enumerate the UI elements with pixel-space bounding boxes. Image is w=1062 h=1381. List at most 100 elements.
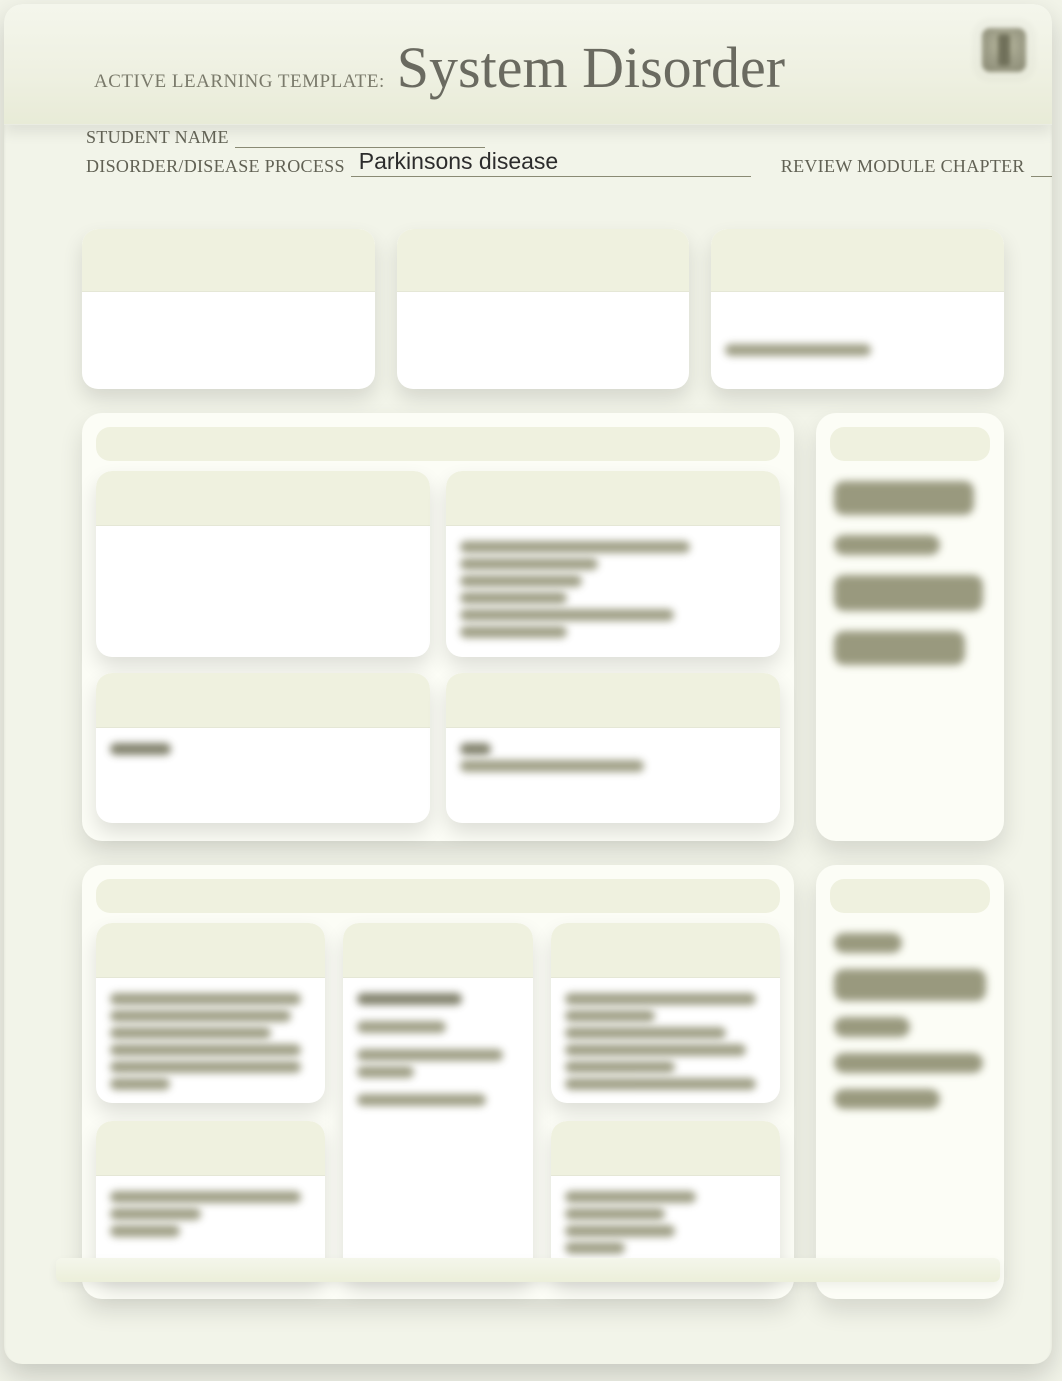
safety-item-3 xyxy=(834,575,983,611)
client-education-heading xyxy=(551,923,780,978)
therapeutic-body[interactable] xyxy=(96,1176,325,1258)
blur-text xyxy=(565,1225,676,1237)
footer-strip xyxy=(56,1258,1000,1282)
blur-text xyxy=(110,993,301,1005)
complications-group xyxy=(816,865,1004,1299)
complications-side-column xyxy=(816,865,1004,1299)
therapeutic-heading xyxy=(96,1121,325,1176)
meta-block: STUDENT NAME DISORDER/DISEASE PROCESS Pa… xyxy=(4,111,1052,177)
blur-text xyxy=(565,1061,676,1073)
blur-text xyxy=(460,575,582,587)
blur-text xyxy=(725,344,871,356)
blur-text xyxy=(460,609,674,621)
student-name-field[interactable] xyxy=(235,125,485,148)
review-chapter-field[interactable] xyxy=(1031,154,1052,177)
page: ACTIVE LEARNING TEMPLATE: System Disorde… xyxy=(0,4,1062,1381)
concept-card-3-body[interactable] xyxy=(711,292,1004,375)
blur-text xyxy=(357,1066,413,1078)
blur-text xyxy=(357,993,462,1005)
diagnostic-heading xyxy=(446,673,780,728)
worksheet-sheet: ACTIVE LEARNING TEMPLATE: System Disorde… xyxy=(4,4,1052,1364)
concept-card-1 xyxy=(82,229,375,389)
concept-card-1-body[interactable] xyxy=(82,292,375,374)
therapeutic-card xyxy=(96,1121,325,1281)
concept-card-2-heading xyxy=(397,229,690,292)
blur-text xyxy=(565,993,756,1005)
disease-field[interactable]: Parkinsons disease xyxy=(351,154,751,177)
medications-body[interactable] xyxy=(343,978,532,1125)
disease-row: DISORDER/DISEASE PROCESS Parkinsons dise… xyxy=(86,154,1012,177)
complications-item-3 xyxy=(834,1017,910,1037)
complications-items[interactable] xyxy=(830,923,990,1113)
complications-item-5 xyxy=(834,1089,940,1109)
corner-badge-icon xyxy=(982,28,1026,72)
blur-text xyxy=(110,1208,201,1220)
nursing-care-body[interactable] xyxy=(96,978,325,1103)
blur-text xyxy=(110,1027,271,1039)
nursing-care-card xyxy=(96,923,325,1103)
blur-text xyxy=(110,1078,170,1090)
interprofessional-card xyxy=(551,1121,780,1281)
patient-care-group xyxy=(82,865,794,1299)
template-title: System Disorder xyxy=(397,34,785,101)
blur-text xyxy=(565,1027,726,1039)
blur-text xyxy=(357,1021,446,1033)
concept-card-3 xyxy=(711,229,1004,389)
title-row: ACTIVE LEARNING TEMPLATE: System Disorde… xyxy=(4,4,1052,111)
patient-care-cards xyxy=(96,923,780,1281)
template-label: ACTIVE LEARNING TEMPLATE: xyxy=(94,71,385,93)
blur-text xyxy=(565,1242,625,1254)
assessment-group xyxy=(82,413,794,841)
blur-text xyxy=(110,1044,301,1056)
blur-text xyxy=(460,558,598,570)
safety-group-heading xyxy=(830,427,990,461)
blur-text xyxy=(460,626,567,638)
safety-item-4 xyxy=(834,631,965,665)
concept-cards-row xyxy=(4,183,1052,389)
lab-tests-card xyxy=(96,673,430,823)
patient-care-col-1 xyxy=(96,923,325,1281)
safety-items[interactable] xyxy=(830,471,990,669)
expected-findings-heading xyxy=(446,471,780,526)
complications-item-1 xyxy=(834,933,902,953)
lab-tests-heading xyxy=(96,673,430,728)
interprofessional-heading xyxy=(551,1121,780,1176)
diagnostic-body[interactable] xyxy=(446,728,780,810)
concept-card-1-heading xyxy=(82,229,375,292)
assessment-inner-row-2 xyxy=(96,673,780,823)
assessment-safety-row xyxy=(4,389,1052,841)
blur-text xyxy=(565,1078,756,1090)
blur-text xyxy=(565,1044,746,1056)
blur-text xyxy=(460,592,567,604)
care-complications-row xyxy=(4,841,1052,1299)
concept-card-2-body[interactable] xyxy=(397,292,690,374)
disease-value: Parkinsons disease xyxy=(359,148,558,175)
lab-tests-body[interactable] xyxy=(96,728,430,810)
expected-findings-body[interactable] xyxy=(446,526,780,657)
blur-text xyxy=(460,743,491,755)
risk-factors-body[interactable] xyxy=(96,526,430,608)
blur-text xyxy=(565,1010,656,1022)
medications-heading xyxy=(343,923,532,978)
complications-item-2 xyxy=(834,969,986,1001)
client-education-card xyxy=(551,923,780,1103)
blur-text xyxy=(110,743,171,755)
concept-card-3-heading xyxy=(711,229,1004,292)
risk-factors-heading xyxy=(96,471,430,526)
blur-text xyxy=(357,1094,486,1106)
blur-text xyxy=(460,541,690,553)
safety-item-1 xyxy=(834,481,974,515)
blur-text xyxy=(565,1208,666,1220)
assessment-inner-row-1 xyxy=(96,471,780,657)
safety-side-column xyxy=(816,413,1004,841)
client-education-body[interactable] xyxy=(551,978,780,1103)
patient-care-heading xyxy=(96,879,780,913)
blur-text xyxy=(110,1010,291,1022)
student-name-label: STUDENT NAME xyxy=(86,127,229,148)
blur-text xyxy=(110,1191,301,1203)
disease-label: DISORDER/DISEASE PROCESS xyxy=(86,156,345,177)
complications-item-4 xyxy=(834,1053,983,1073)
blur-text xyxy=(357,1049,502,1061)
blur-text xyxy=(565,1191,696,1203)
safety-item-2 xyxy=(834,535,940,555)
